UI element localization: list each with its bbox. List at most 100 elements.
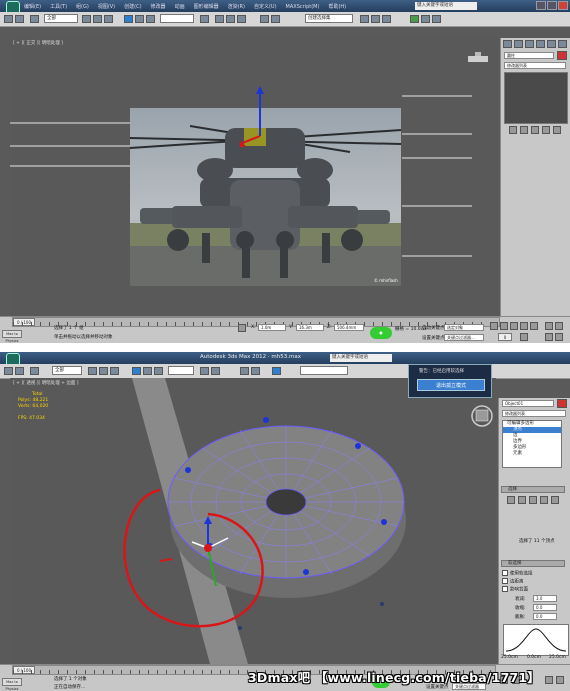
menu-item[interactable]: 帮助(H) <box>328 4 346 10</box>
go-end-icon[interactable] <box>530 322 538 330</box>
edge-distance-checkbox[interactable]: 边距离 <box>502 578 524 585</box>
move-icon[interactable] <box>132 367 141 375</box>
soft-selection-rollout[interactable]: 软选择 <box>501 560 565 567</box>
border-mode-icon[interactable] <box>529 496 537 504</box>
selection-filter-select[interactable]: 全部 <box>52 366 82 375</box>
link-icon[interactable] <box>30 15 39 23</box>
go-start-icon[interactable] <box>490 322 498 330</box>
object-name-field[interactable]: 圆柱 <box>504 52 554 59</box>
region-icon[interactable] <box>110 367 119 375</box>
prev-frame-icon[interactable] <box>500 322 508 330</box>
pinch-field[interactable]: 0.0 <box>533 604 557 611</box>
remove-modifier-icon[interactable] <box>542 126 550 134</box>
motion-tab-icon[interactable] <box>536 40 545 48</box>
menu-item[interactable]: 编辑(E) <box>24 4 41 10</box>
reference-coord-select[interactable] <box>160 14 194 23</box>
selection-rollout[interactable]: 选择 <box>501 486 565 493</box>
maximize-button[interactable] <box>547 1 557 10</box>
select-by-name-icon[interactable] <box>99 367 108 375</box>
element-mode-icon[interactable] <box>551 496 559 504</box>
mirror-icon[interactable] <box>260 15 269 23</box>
link-icon[interactable] <box>30 367 39 375</box>
object-color-swatch[interactable] <box>557 399 567 408</box>
render-setup-icon[interactable] <box>410 15 419 23</box>
search-input[interactable]: 键入关键字或短语 <box>415 2 477 10</box>
falloff-field[interactable]: 3.0 <box>533 595 557 602</box>
lock-selection-toggle[interactable]: ● <box>370 327 392 339</box>
show-end-result-icon[interactable] <box>520 126 528 134</box>
snap-icon[interactable] <box>215 15 224 23</box>
search-input[interactable]: 键入关键字或短语 <box>330 354 392 362</box>
key-filter-button[interactable]: 关键点过滤器... <box>444 334 484 341</box>
move-gizmo-icon[interactable] <box>240 86 280 166</box>
x-coordinate-field[interactable]: 1.0m <box>258 324 286 331</box>
object-color-swatch[interactable] <box>557 51 567 60</box>
select-by-name-icon[interactable] <box>93 15 102 23</box>
maxphysics-label[interactable]: Max to Physics <box>2 678 22 691</box>
object-name-field[interactable]: Object01 <box>502 400 554 407</box>
rotate-icon[interactable] <box>135 15 144 23</box>
z-coordinate-field[interactable]: 506.4mm <box>334 324 364 331</box>
menu-item[interactable]: 工具(T) <box>50 4 67 10</box>
align-icon[interactable] <box>251 367 260 375</box>
render-frame-icon[interactable] <box>421 15 430 23</box>
bubble-field[interactable]: 0.0 <box>533 613 557 620</box>
region-icon[interactable] <box>104 15 113 23</box>
snap-icon[interactable] <box>200 367 209 375</box>
layer-icon[interactable] <box>272 367 281 375</box>
configure-sets-icon[interactable] <box>553 126 561 134</box>
frame-field[interactable]: 0 <box>498 333 512 341</box>
perspective-viewport[interactable]: [ + ][ 透视 ][ 明暗处理 + 边面 ] Total Polys: 48… <box>10 378 496 664</box>
named-selection-select[interactable]: 创建选择集 <box>305 14 353 23</box>
rotate-icon[interactable] <box>143 367 152 375</box>
material-editor-icon[interactable] <box>382 15 391 23</box>
modifier-stack[interactable]: 可编辑多边形 顶点 边 边界 多边形 元素 <box>502 420 562 468</box>
play-icon[interactable] <box>510 322 518 330</box>
fov-icon[interactable] <box>545 333 553 341</box>
stack-item[interactable]: 元素 <box>503 451 561 457</box>
affect-backface-checkbox[interactable]: 影响背面 <box>502 586 528 593</box>
pan-icon[interactable] <box>555 322 563 330</box>
lock-icon[interactable] <box>238 324 246 332</box>
curve-editor-icon[interactable] <box>360 15 369 23</box>
schematic-icon[interactable] <box>371 15 380 23</box>
menu-item[interactable]: 自定义(U) <box>254 4 277 10</box>
render-icon[interactable] <box>432 15 441 23</box>
undo-icon[interactable] <box>4 15 13 23</box>
selection-filter-select[interactable]: 全部 <box>44 14 78 23</box>
select-icon[interactable] <box>82 15 91 23</box>
edge-mode-icon[interactable] <box>518 496 526 504</box>
vertex-mode-icon[interactable] <box>507 496 515 504</box>
menu-item[interactable]: 动画 <box>175 4 185 10</box>
redo-icon[interactable] <box>15 367 24 375</box>
modify-tab-icon[interactable] <box>514 40 523 48</box>
move-icon[interactable] <box>124 15 133 23</box>
display-tab-icon[interactable] <box>547 40 556 48</box>
polygon-mode-icon[interactable] <box>540 496 548 504</box>
zoom-icon[interactable] <box>545 322 553 330</box>
make-unique-icon[interactable] <box>531 126 539 134</box>
angle-snap-icon[interactable] <box>226 15 235 23</box>
maximize-viewport-icon[interactable] <box>555 333 563 341</box>
create-tab-icon[interactable] <box>503 40 512 48</box>
selected-set-select[interactable]: 选定对象 <box>444 324 484 331</box>
modifier-stack[interactable] <box>504 72 568 124</box>
menu-item[interactable]: 图形编辑器 <box>194 4 219 10</box>
exit-isolation-button[interactable]: 退出孤立模式 <box>417 379 485 391</box>
y-coordinate-field[interactable]: 16.3m <box>296 324 324 331</box>
pan-icon[interactable] <box>556 676 564 684</box>
menu-item[interactable]: 组(G) <box>76 4 89 10</box>
pin-stack-icon[interactable] <box>509 126 517 134</box>
mirror-icon[interactable] <box>240 367 249 375</box>
menu-item[interactable]: 创建(C) <box>124 4 141 10</box>
reference-coord-select[interactable] <box>168 366 194 375</box>
modifier-list-select[interactable]: 修改器列表 <box>504 62 566 69</box>
use-soft-selection-checkbox[interactable]: 使用软选择 <box>502 570 533 577</box>
modifier-list-select[interactable]: 修改器列表 <box>502 410 566 417</box>
scale-icon[interactable] <box>146 15 155 23</box>
undo-icon[interactable] <box>4 367 13 375</box>
zoom-icon[interactable] <box>545 676 553 684</box>
maxphysics-label[interactable]: Max to Physics <box>2 330 22 343</box>
hierarchy-tab-icon[interactable] <box>525 40 534 48</box>
menu-item[interactable]: MAXScript(M) <box>286 4 320 10</box>
